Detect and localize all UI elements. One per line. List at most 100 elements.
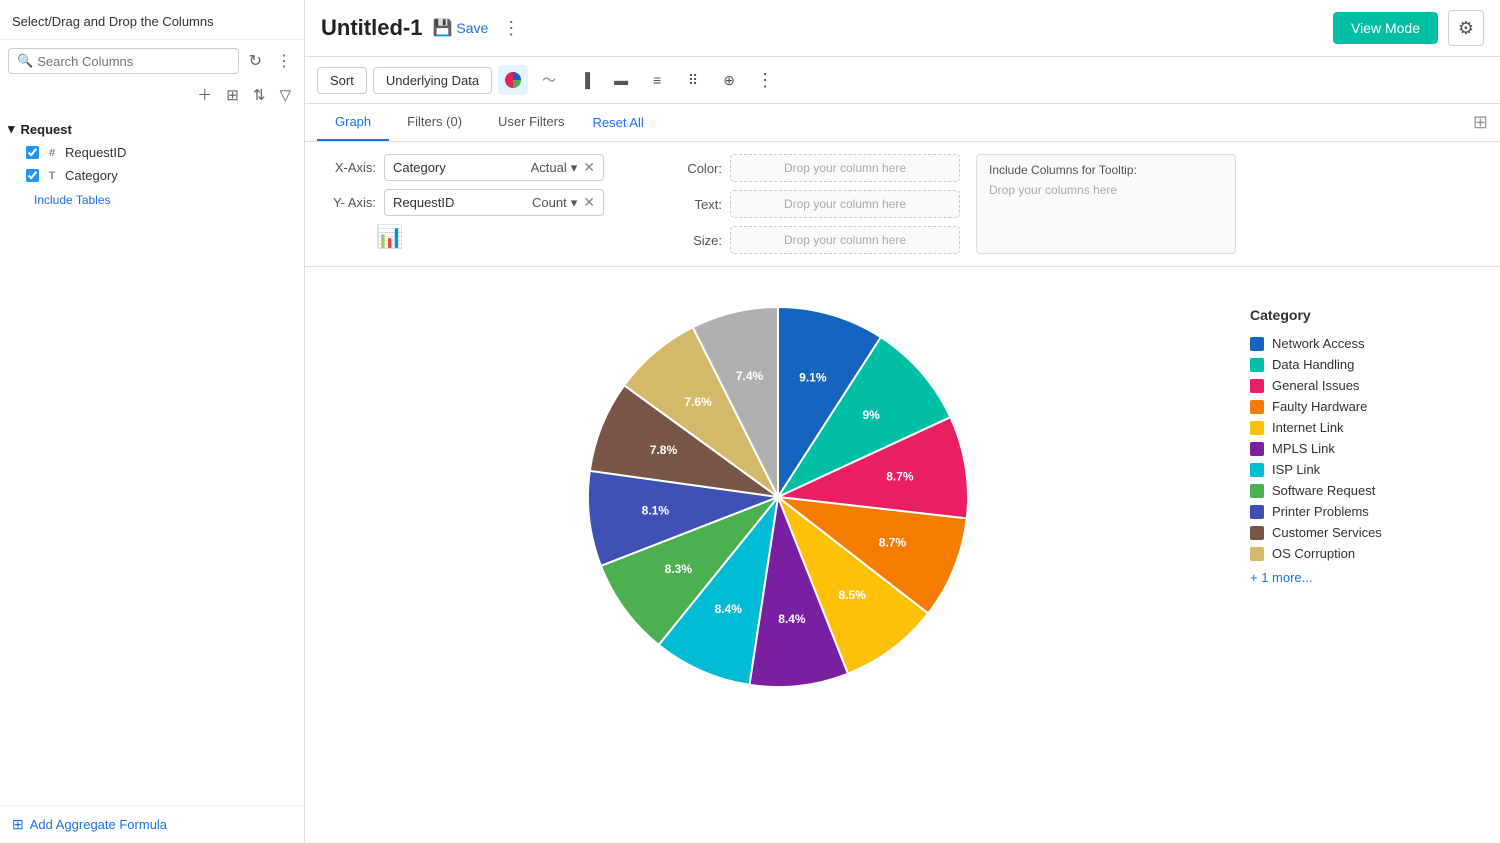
search-input-wrap[interactable]: 🔍 [8, 48, 239, 74]
sort-button[interactable]: Sort [317, 67, 367, 94]
pie-label-7: 8.3% [664, 562, 692, 576]
more-chart-types[interactable]: ⋮ [750, 65, 780, 95]
color-drop-zone[interactable]: Drop your column here [730, 154, 960, 182]
field-label-requestid: RequestID [65, 145, 126, 160]
chart-type-pie[interactable] [498, 65, 528, 95]
chart-type-scatter[interactable]: ⠿ [678, 65, 708, 95]
checkbox-category[interactable] [26, 169, 39, 182]
legend-color-swatch [1250, 526, 1264, 540]
topbar: Untitled-1 💾 Save ⋮ View Mode ⚙ [305, 0, 1500, 57]
x-axis-row: X-Axis: Category Actual ▾ ✕ [321, 154, 661, 181]
save-icon: 💾 [432, 18, 452, 38]
main-panel: Untitled-1 💾 Save ⋮ View Mode ⚙ Sort Und… [305, 0, 1500, 843]
reset-all-link[interactable]: Reset All [592, 115, 643, 130]
tab-user-filters[interactable]: User Filters [480, 104, 582, 141]
chart-type-line[interactable]: 〜 [534, 65, 564, 95]
legend-label: General Issues [1272, 378, 1359, 393]
tab-filters[interactable]: Filters (0) [389, 104, 480, 141]
legend-label: Software Request [1272, 483, 1375, 498]
tab-graph[interactable]: Graph [317, 104, 389, 141]
sort-btn[interactable]: ⇅ [248, 84, 271, 106]
content: Graph Filters (0) User Filters Reset All… [305, 104, 1500, 843]
filter-btn[interactable]: ▽ [274, 84, 296, 106]
y-axis-clear-btn[interactable]: ✕ [583, 194, 595, 211]
grid-view-btn[interactable]: ⊞ [221, 84, 244, 106]
search-icon: 🔍 [17, 53, 33, 69]
legend-label: ISP Link [1272, 462, 1320, 477]
pie-label-1: 9% [862, 408, 880, 422]
left-axis-section: X-Axis: Category Actual ▾ ✕ Y- Axis: Req… [321, 154, 661, 254]
settings-button[interactable]: ⚙ [1448, 10, 1484, 46]
legend-color-swatch [1250, 442, 1264, 456]
text-drop-zone[interactable]: Drop your column here [730, 190, 960, 218]
color-label: Color: [677, 161, 722, 176]
pie-svg: 9.1%9%8.7%8.7%8.5%8.4%8.4%8.3%8.1%7.8%7.… [568, 287, 988, 707]
chart-type-stacked[interactable]: ≡ [642, 65, 672, 95]
underlying-data-button[interactable]: Underlying Data [373, 67, 492, 94]
size-drop-zone[interactable]: Drop your column here [730, 226, 960, 254]
size-label: Size: [677, 233, 722, 248]
list-item-category: T Category [8, 164, 296, 187]
legend-color-swatch [1250, 421, 1264, 435]
section-header-request[interactable]: ▾ Request [8, 117, 296, 141]
hierarchy-icon[interactable]: ⊞ [1473, 112, 1488, 133]
x-axis-type-label: Actual [531, 160, 567, 175]
list-item: MPLS Link [1250, 438, 1470, 459]
legend-color-swatch [1250, 463, 1264, 477]
x-axis-clear-btn[interactable]: ✕ [583, 159, 595, 176]
more-icon[interactable]: ⋮ [272, 49, 296, 73]
include-tables-link[interactable]: Include Tables [8, 187, 296, 211]
pie-label-9: 7.8% [649, 443, 677, 457]
chart-type-hbar[interactable]: ▬ [606, 65, 636, 95]
view-mode-button[interactable]: View Mode [1333, 12, 1438, 44]
list-item: Software Request [1250, 480, 1470, 501]
tooltip-drop-zone[interactable]: Drop your columns here [989, 183, 1223, 197]
x-axis-field[interactable]: Category Actual ▾ ✕ [384, 154, 604, 181]
field-label-category: Category [65, 168, 118, 183]
chart-toolbar: Sort Underlying Data 〜 ▐ ▬ ≡ ⠿ ⊕ ⋮ [305, 57, 1500, 104]
list-item: Data Handling [1250, 354, 1470, 375]
save-button[interactable]: 💾 Save [432, 18, 488, 38]
y-axis-field-name: RequestID [393, 195, 526, 210]
add-column-btn[interactable]: ＋ [192, 82, 217, 107]
pie-label-5: 8.4% [778, 612, 806, 626]
pie-label-3: 8.7% [878, 536, 906, 550]
tooltip-title: Include Columns for Tooltip: [989, 163, 1223, 177]
legend-color-swatch [1250, 337, 1264, 351]
tabs-bar: Graph Filters (0) User Filters Reset All… [305, 104, 1500, 142]
x-axis-field-name: Category [393, 160, 525, 175]
legend-color-swatch [1250, 400, 1264, 414]
legend-label: MPLS Link [1272, 441, 1335, 456]
more-options-icon[interactable]: ⋮ [498, 18, 524, 39]
legend-color-swatch [1250, 358, 1264, 372]
legend-title: Category [1250, 307, 1470, 323]
axis-extra-row: 📊 [321, 224, 661, 250]
right-axis-section: Color: Drop your column here Text: Drop … [677, 154, 960, 254]
legend-label: Printer Problems [1272, 504, 1369, 519]
legend-container: Category Network AccessData HandlingGene… [1250, 287, 1470, 585]
chart-type-bar[interactable]: ▐ [570, 65, 600, 95]
color-row: Color: Drop your column here [677, 154, 960, 182]
pie-label-0: 9.1% [799, 371, 827, 385]
y-axis-field[interactable]: RequestID Count ▾ ✕ [384, 189, 604, 216]
legend-label: Internet Link [1272, 420, 1344, 435]
chart-type-combo[interactable]: ⊕ [714, 65, 744, 95]
legend-color-swatch [1250, 505, 1264, 519]
checkbox-requestid[interactable] [26, 146, 39, 159]
x-axis-type-selector[interactable]: Actual ▾ [531, 160, 578, 176]
pie-label-6: 8.4% [714, 602, 742, 616]
search-input[interactable] [37, 54, 229, 69]
add-aggregate-formula[interactable]: ⊞ Add Aggregate Formula [0, 805, 304, 843]
sidebar: Select/Drag and Drop the Columns 🔍 ↻ ⋮ ＋… [0, 0, 305, 843]
refresh-icon[interactable]: ↻ [245, 49, 266, 73]
y-axis-type-selector[interactable]: Count ▾ [532, 195, 577, 211]
pie-label-4: 8.5% [838, 588, 866, 602]
sidebar-header: Select/Drag and Drop the Columns [0, 0, 304, 40]
size-row: Size: Drop your column here [677, 226, 960, 254]
list-item-requestid: # RequestID [8, 141, 296, 164]
legend-more[interactable]: + 1 more... [1250, 570, 1470, 585]
pie-chart: 9.1%9%8.7%8.7%8.5%8.4%8.4%8.3%8.1%7.8%7.… [335, 287, 1220, 707]
chevron-down-icon: ▾ [571, 160, 578, 176]
chart-area: 9.1%9%8.7%8.7%8.5%8.4%8.4%8.3%8.1%7.8%7.… [305, 267, 1500, 843]
pie-label-11: 7.4% [735, 369, 763, 383]
